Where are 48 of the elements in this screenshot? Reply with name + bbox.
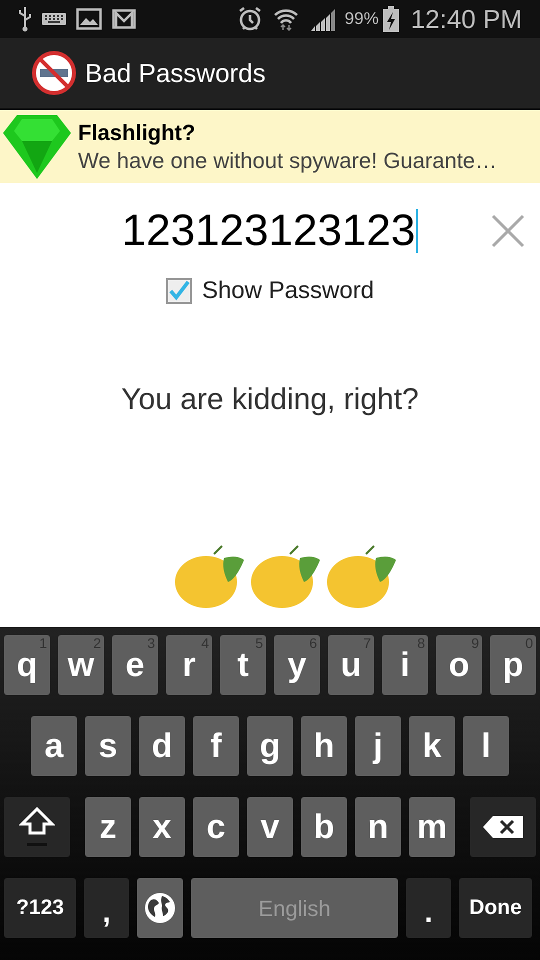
key[interactable] bbox=[4, 797, 70, 857]
checkbox-label: Show Password bbox=[202, 276, 374, 306]
ad-text: We have one without spyware! Guarante… bbox=[78, 146, 498, 174]
backspace-icon bbox=[483, 816, 523, 838]
battery-charging-icon bbox=[382, 6, 399, 32]
key[interactable]: k bbox=[409, 716, 455, 776]
key[interactable]: n bbox=[355, 797, 401, 857]
key[interactable]: c bbox=[193, 797, 239, 857]
key[interactable] bbox=[137, 878, 183, 938]
alarm-icon bbox=[236, 6, 263, 32]
key[interactable]: m bbox=[409, 797, 455, 857]
verdict-message: You are kidding, right? bbox=[121, 382, 419, 418]
keyboard-icon bbox=[42, 12, 66, 26]
key[interactable]: h bbox=[301, 716, 347, 776]
image-icon bbox=[76, 8, 102, 30]
key[interactable] bbox=[470, 797, 536, 857]
key[interactable]: g bbox=[247, 716, 293, 776]
mail-icon bbox=[112, 9, 136, 29]
password-field[interactable]: 123123123123 bbox=[122, 203, 418, 259]
key[interactable]: v bbox=[247, 797, 293, 857]
key[interactable]: . bbox=[406, 878, 451, 938]
key[interactable]: j bbox=[355, 716, 401, 776]
checkbox[interactable] bbox=[166, 278, 192, 304]
globe-icon bbox=[144, 892, 176, 924]
key[interactable]: Done bbox=[459, 878, 532, 938]
shift-icon bbox=[19, 805, 55, 849]
clock-time: 12:40 PM bbox=[410, 2, 522, 36]
wifi-icon bbox=[272, 7, 299, 31]
key[interactable]: f bbox=[193, 716, 239, 776]
app-logo-icon bbox=[31, 50, 77, 96]
gem-icon bbox=[2, 112, 72, 180]
key[interactable]: , bbox=[84, 878, 129, 938]
usb-icon bbox=[18, 6, 32, 32]
key[interactable]: z bbox=[85, 797, 131, 857]
key[interactable]: a bbox=[31, 716, 77, 776]
key[interactable]: d bbox=[139, 716, 185, 776]
signal-icon bbox=[308, 7, 335, 31]
ad-banner[interactable]: Flashlight? We have one without spyware! Guarante… bbox=[0, 110, 540, 183]
check-icon bbox=[168, 279, 190, 303]
key[interactable]: ?123 bbox=[4, 878, 76, 938]
battery-percent: 99% bbox=[344, 8, 379, 30]
close-icon bbox=[491, 214, 525, 248]
key[interactable]: s bbox=[85, 716, 131, 776]
key[interactable]: l bbox=[463, 716, 509, 776]
key[interactable]: b bbox=[301, 797, 347, 857]
app-title: Bad Passwords bbox=[85, 56, 266, 90]
key[interactable]: x bbox=[139, 797, 185, 857]
ad-title: Flashlight? bbox=[78, 118, 196, 146]
